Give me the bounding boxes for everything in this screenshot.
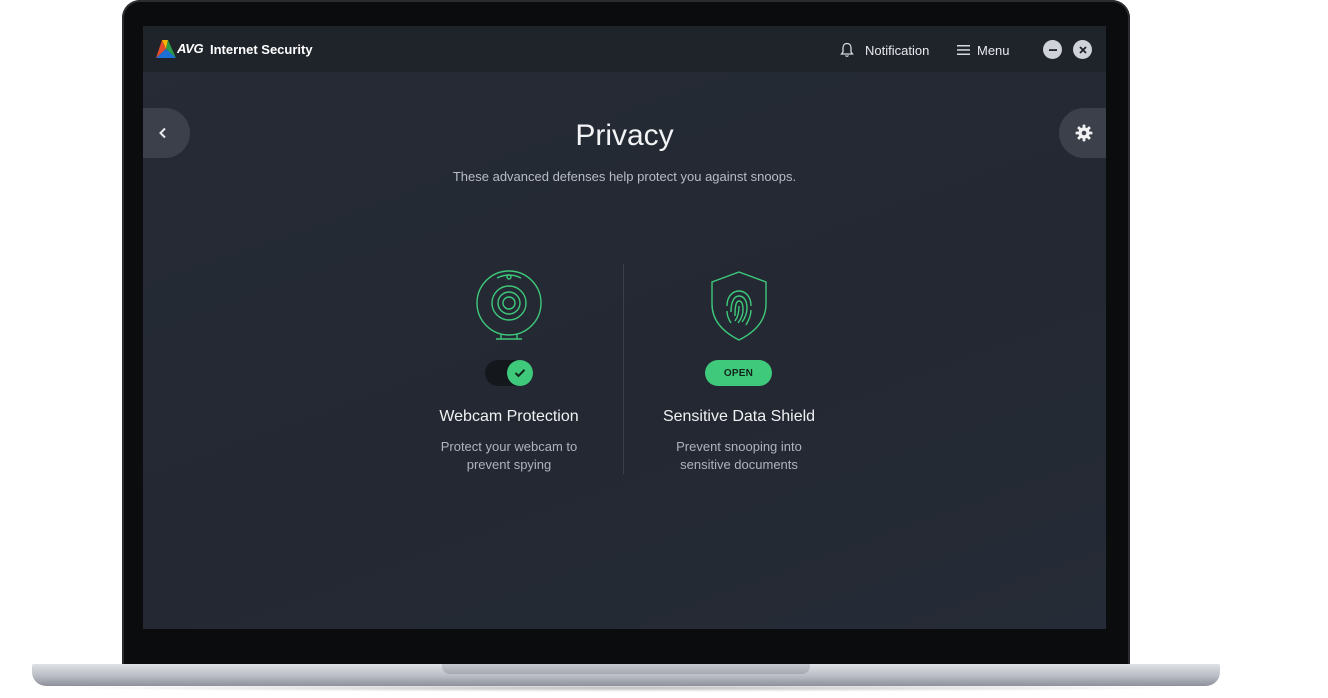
webcam-protection-description: Protect your webcam to prevent spying: [394, 438, 624, 474]
shield-desc-line2: sensitive documents: [680, 457, 798, 472]
avg-logo-icon: [156, 40, 176, 58]
menu-label: Menu: [977, 42, 1010, 58]
check-icon: [514, 369, 526, 378]
product-name: Internet Security: [210, 42, 313, 57]
fingerprint-shield-icon: [711, 271, 767, 341]
notification-label: Notification: [865, 42, 930, 58]
open-button[interactable]: OPEN: [705, 360, 772, 386]
webcam-desc-line2: prevent spying: [466, 457, 552, 472]
notification-button[interactable]: Notification: [840, 41, 929, 59]
brand-name: AVG: [177, 41, 204, 56]
bell-icon: [840, 42, 854, 57]
minimize-button[interactable]: [1043, 40, 1062, 59]
app-window: AVG Internet Security Notification Menu: [143, 26, 1106, 629]
laptop-base-notch: [442, 664, 810, 674]
shield-desc-line1: Prevent snooping into: [676, 439, 802, 454]
sensitive-data-shield-title: Sensitive Data Shield: [662, 408, 816, 425]
menu-button[interactable]: Menu: [957, 41, 1010, 59]
toggle-knob: [507, 360, 533, 386]
page-subtitle: These advanced defenses help protect you…: [452, 169, 797, 184]
page-title: Privacy: [575, 119, 674, 152]
close-button[interactable]: [1073, 40, 1092, 59]
webcam-desc-line1: Protect your webcam to: [440, 439, 578, 454]
webcam-protection-title: Webcam Protection: [439, 408, 579, 425]
hamburger-icon: [957, 45, 970, 55]
webcam-protection-toggle[interactable]: [485, 360, 533, 386]
minimize-icon: [1048, 48, 1057, 51]
close-icon: [1078, 45, 1087, 54]
sensitive-data-shield-description: Prevent snooping into sensitive document…: [624, 438, 854, 474]
webcam-icon: [476, 270, 542, 340]
title-bar: AVG Internet Security Notification Menu: [143, 26, 1106, 72]
